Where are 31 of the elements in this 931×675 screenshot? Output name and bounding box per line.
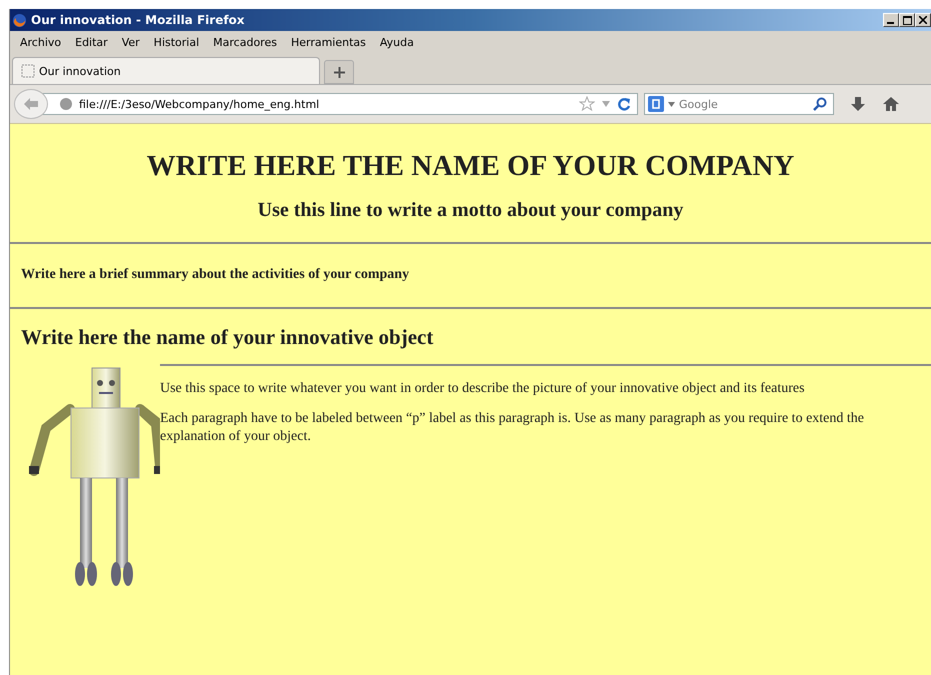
left-arrow-icon xyxy=(23,97,39,111)
company-heading: WRITE HERE THE NAME OF YOUR COMPANY xyxy=(146,150,796,183)
motto-heading: Use this line to write a motto about your company xyxy=(256,199,684,222)
menu-item[interactable]: Historial xyxy=(154,36,200,49)
menu-item[interactable]: Archivo xyxy=(20,36,62,49)
object-heading: Write here the name of your innovative object xyxy=(21,325,434,350)
window-title: Our innovation - Mozilla Firefox xyxy=(31,13,245,27)
maximize-button[interactable] xyxy=(899,13,915,27)
download-icon[interactable] xyxy=(850,96,866,112)
search-icon[interactable] xyxy=(813,97,827,111)
maximize-icon xyxy=(902,16,912,24)
menu-item[interactable]: Herramientas xyxy=(290,36,366,49)
browser-tab[interactable]: Our innovation xyxy=(12,57,320,84)
reload-icon[interactable] xyxy=(617,97,631,111)
blank-page-icon xyxy=(21,64,35,78)
description-paragraph: Each paragraph have to be labeled between “p” label as this paragraph is. Use as many paragraph as you require to extend the explanation of your object. xyxy=(160,410,865,446)
minimize-button[interactable] xyxy=(883,13,899,27)
home-icon[interactable] xyxy=(882,96,900,112)
star-icon[interactable] xyxy=(579,96,595,112)
search-field[interactable]: Google xyxy=(644,93,834,115)
plus-icon xyxy=(334,66,344,78)
description-paragraph: Use this space to write whatever you want in order to describe the picture of your innovative object and its features xyxy=(160,380,806,398)
close-button[interactable] xyxy=(915,13,931,27)
new-tab-button[interactable] xyxy=(324,60,354,84)
menu-item[interactable]: Ayuda xyxy=(380,36,414,49)
menu-item[interactable]: Ver xyxy=(122,36,140,49)
summary-text: Write here a brief summary about the activities of your company xyxy=(21,267,410,283)
menu-item[interactable]: Marcadores xyxy=(213,36,277,49)
dropdown-icon xyxy=(668,102,675,106)
close-icon xyxy=(919,16,927,24)
menu-item[interactable]: Editar xyxy=(75,36,108,49)
